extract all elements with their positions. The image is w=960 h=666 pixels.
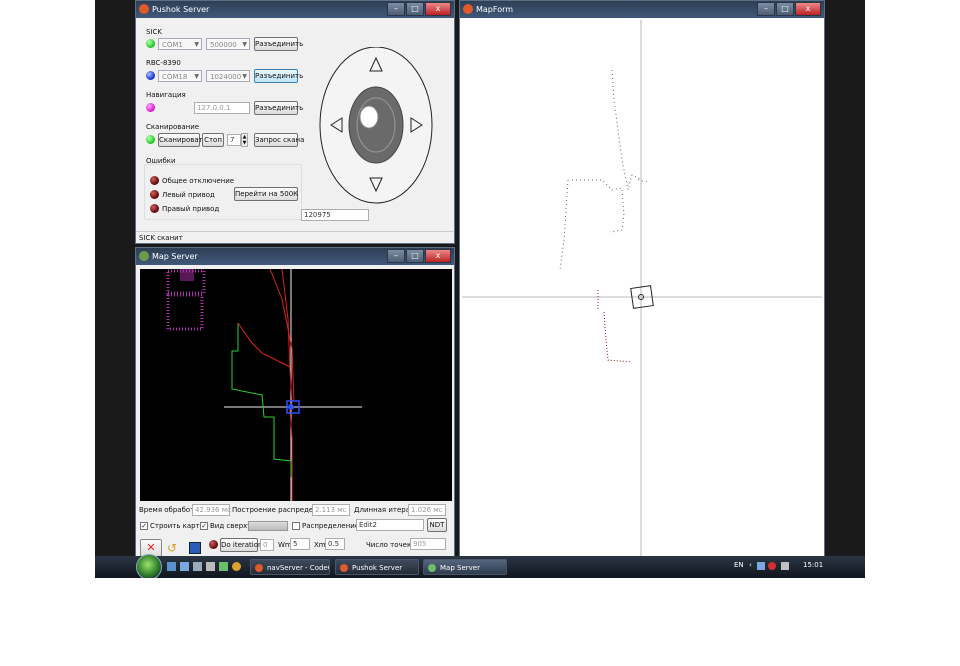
map-canvas[interactable] bbox=[140, 269, 452, 501]
rbc-port-select[interactable]: COM18 ▼ bbox=[158, 70, 202, 82]
desktop-screen: Pushok Server – □ x SICK COM1 ▼ 500000 ▼ Р… bbox=[95, 0, 865, 578]
edit2-field[interactable]: Edit2 bbox=[356, 519, 424, 531]
mapserver-titlebar[interactable]: Map Server – □ x bbox=[136, 248, 454, 265]
app-icon bbox=[139, 4, 149, 14]
points-field: 905 bbox=[410, 538, 446, 550]
request-scan-button[interactable]: Запрос скана bbox=[254, 133, 304, 147]
clock[interactable]: 15:01 bbox=[803, 561, 823, 569]
media-icon[interactable] bbox=[219, 562, 228, 571]
minimize-button[interactable]: – bbox=[387, 2, 405, 16]
wm-field[interactable]: 5 bbox=[290, 538, 310, 550]
security-icon[interactable] bbox=[768, 562, 776, 570]
scan-count-spinner[interactable]: ▲ ▼ bbox=[241, 133, 248, 147]
pushok-status-bar: SICK сканит bbox=[136, 231, 454, 243]
rbc-label: RBC-8390 bbox=[146, 59, 181, 67]
joystick-control[interactable] bbox=[318, 47, 434, 209]
switch-windows-icon[interactable] bbox=[180, 562, 189, 571]
notepad-icon[interactable] bbox=[206, 562, 215, 571]
build-time-field: 2.113 мс bbox=[312, 504, 350, 516]
taskbar-item-navserver[interactable]: navServer - CodeGe... bbox=[250, 559, 330, 575]
iter-time-field: 1.026 мс bbox=[408, 504, 446, 516]
sick-label: SICK bbox=[146, 28, 162, 36]
mapform-title: MapForm bbox=[476, 5, 514, 14]
start-button[interactable] bbox=[136, 554, 162, 578]
rbc-disconnect-button[interactable]: Разъединить bbox=[254, 69, 303, 83]
minimize-button[interactable]: – bbox=[387, 249, 405, 263]
app-icon bbox=[139, 251, 149, 261]
tray-expand-icon[interactable]: ‹ bbox=[749, 561, 752, 569]
pushok-titlebar[interactable]: Pushok Server – □ x bbox=[136, 1, 454, 18]
error-left-drive-label: Левый привод bbox=[162, 191, 215, 199]
progress-bar bbox=[248, 521, 288, 531]
maximize-button[interactable]: □ bbox=[776, 2, 794, 16]
app-icon bbox=[463, 4, 473, 14]
mapform-titlebar[interactable]: MapForm – □ x bbox=[460, 1, 824, 18]
sick-baud-select[interactable]: 500000 ▼ bbox=[206, 38, 250, 50]
build-map-checkbox[interactable]: ✓ bbox=[140, 522, 148, 530]
sick-disconnect-button[interactable]: Разъединить bbox=[254, 37, 303, 51]
xm-field[interactable]: 0.5 bbox=[325, 538, 345, 550]
save-icon[interactable] bbox=[189, 542, 201, 554]
top-view-label: Вид сверху bbox=[210, 522, 252, 530]
mapserver-title: Map Server bbox=[152, 252, 198, 261]
mapform-window: MapForm – □ x bbox=[459, 0, 825, 559]
browser-icon[interactable] bbox=[232, 562, 241, 571]
close-button[interactable]: x bbox=[425, 249, 451, 263]
distribution-checkbox[interactable] bbox=[292, 522, 300, 530]
mapform-canvas[interactable] bbox=[462, 20, 822, 556]
minimize-button[interactable]: – bbox=[757, 2, 775, 16]
iteration-count-field[interactable]: 0 bbox=[260, 539, 274, 551]
show-desktop-icon[interactable] bbox=[167, 562, 176, 571]
status-text: SICK сканит bbox=[139, 234, 183, 242]
points-label: Число точек: bbox=[366, 541, 414, 549]
iteration-led bbox=[209, 540, 218, 549]
distribution-label: Распределение bbox=[302, 522, 360, 530]
map-server-window: Map Server – □ x Время обработки: 42.936… bbox=[135, 247, 455, 559]
rbc-status-led bbox=[146, 71, 155, 80]
taskbar-item-mapserver[interactable]: Map Server bbox=[423, 559, 507, 575]
proc-time-field: 42.936 мс bbox=[192, 504, 231, 516]
explorer-icon[interactable] bbox=[193, 562, 202, 571]
maximize-button[interactable]: □ bbox=[406, 2, 424, 16]
pushok-title: Pushok Server bbox=[152, 5, 210, 14]
error-general-label: Общее отключение bbox=[162, 177, 235, 185]
nav-disconnect-button[interactable]: Разъединить bbox=[254, 101, 303, 115]
nav-ip-field[interactable]: 127.0.0.1 bbox=[194, 102, 250, 114]
error-right-drive-label: Правый привод bbox=[162, 205, 220, 213]
volume-icon[interactable] bbox=[781, 562, 789, 570]
scan-status-led bbox=[146, 135, 155, 144]
sick-status-led bbox=[146, 39, 155, 48]
rbc-baud-select[interactable]: 1024000 ▼ bbox=[206, 70, 250, 82]
error-led-left-drive bbox=[150, 190, 159, 199]
maximize-button[interactable]: □ bbox=[406, 249, 424, 263]
nav-status-led bbox=[146, 103, 155, 112]
nav-label: Навигация bbox=[146, 91, 186, 99]
ndt-button[interactable]: NDT bbox=[427, 518, 447, 532]
scan-count-field[interactable]: 7 bbox=[227, 134, 241, 146]
error-led-general bbox=[150, 176, 159, 185]
network-icon[interactable] bbox=[757, 562, 765, 570]
sick-port-select[interactable]: COM1 ▼ bbox=[158, 38, 202, 50]
language-indicator[interactable]: EN bbox=[734, 561, 744, 569]
switch-500k-button[interactable]: Перейти на 500К bbox=[234, 187, 298, 201]
error-led-right-drive bbox=[150, 204, 159, 213]
do-iteration-button[interactable]: Do iteration bbox=[220, 538, 262, 552]
scan-button[interactable]: Сканировать bbox=[158, 133, 207, 147]
open-folder-icon[interactable]: ↺ bbox=[167, 541, 181, 555]
stop-button[interactable]: Стоп bbox=[202, 133, 224, 147]
pushok-server-window: Pushok Server – □ x SICK COM1 ▼ 500000 ▼ Р… bbox=[135, 0, 455, 244]
xm-label: Xm bbox=[314, 541, 326, 549]
counter-field[interactable]: 120975 bbox=[301, 209, 369, 221]
quick-launch bbox=[167, 562, 241, 571]
close-button[interactable]: x bbox=[425, 2, 451, 16]
taskbar-item-pushok[interactable]: Pushok Server bbox=[335, 559, 419, 575]
top-view-checkbox[interactable]: ✓ bbox=[200, 522, 208, 530]
scan-label: Сканирование bbox=[146, 123, 200, 131]
taskbar: navServer - CodeGe... Pushok Server Map … bbox=[95, 554, 865, 578]
build-map-label: Строить карту bbox=[150, 522, 204, 530]
close-button[interactable]: x bbox=[795, 2, 821, 16]
